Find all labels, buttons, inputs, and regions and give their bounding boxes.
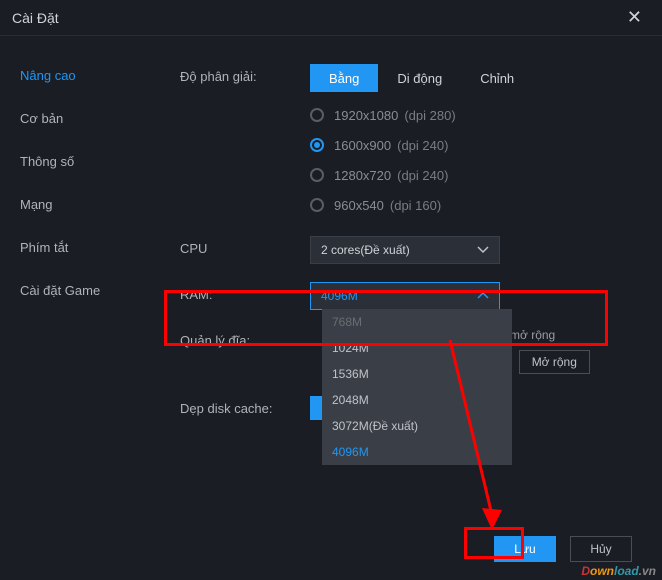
cpu-value: 2 cores(Đề xuất) xyxy=(321,243,410,257)
sidebar-item-game[interactable]: Cài đặt Game xyxy=(0,269,148,312)
save-button[interactable]: Lưu xyxy=(494,536,556,562)
close-icon[interactable]: ✕ xyxy=(619,3,650,32)
sidebar-item-network[interactable]: Mạng xyxy=(0,183,148,226)
res-option-0[interactable]: 1920x1080(dpi 280) xyxy=(310,102,644,128)
ram-dropdown[interactable]: 4096M xyxy=(310,282,500,310)
sidebar-item-basic[interactable]: Cơ bản xyxy=(0,97,148,140)
ram-option[interactable]: 1536M xyxy=(322,361,512,387)
window-title: Cài Đặt xyxy=(12,10,59,26)
ram-option[interactable]: 4096M xyxy=(322,439,512,465)
tab-custom[interactable]: Chỉnh xyxy=(461,64,533,92)
titlebar: Cài Đặt ✕ xyxy=(0,0,662,36)
watermark: Download.vn xyxy=(581,564,656,578)
ram-option[interactable]: 768M xyxy=(322,309,512,335)
radio-icon xyxy=(310,138,324,152)
res-option-2[interactable]: 1280x720(dpi 240) xyxy=(310,162,644,188)
footer: Lưu Hủy xyxy=(494,536,632,562)
cancel-button[interactable]: Hủy xyxy=(570,536,632,562)
res-option-1[interactable]: 1600x900(dpi 240) xyxy=(310,132,644,158)
resolution-row: Độ phân giải: Bằng Di động Chỉnh 1920x10… xyxy=(180,64,644,218)
ram-dropdown-menu: 768M 1024M 1536M 2048M 3072M(Đề xuất) 40… xyxy=(322,309,512,465)
disk-expand-text: mở rộng xyxy=(510,328,555,342)
cpu-label: CPU xyxy=(180,236,310,256)
cpu-row: CPU 2 cores(Đề xuất) xyxy=(180,236,644,264)
chevron-up-icon xyxy=(477,292,489,300)
sidebar-item-advanced[interactable]: Nâng cao xyxy=(0,54,148,97)
main-layout: Nâng cao Cơ bản Thông số Mạng Phím tắt C… xyxy=(0,36,662,580)
res-option-3[interactable]: 960x540(dpi 160) xyxy=(310,192,644,218)
expand-button[interactable]: Mở rộng xyxy=(519,350,590,374)
ram-option[interactable]: 3072M(Đề xuất) xyxy=(322,413,512,439)
ram-row: RAM: 4096M xyxy=(180,282,644,310)
chevron-down-icon xyxy=(477,246,489,254)
sidebar-item-params[interactable]: Thông số xyxy=(0,140,148,183)
content: Độ phân giải: Bằng Di động Chỉnh 1920x10… xyxy=(148,36,662,580)
ram-option[interactable]: 1024M xyxy=(322,335,512,361)
sidebar-item-shortcuts[interactable]: Phím tắt xyxy=(0,226,148,269)
tab-mobile[interactable]: Di động xyxy=(378,64,461,92)
radio-icon xyxy=(310,168,324,182)
sidebar: Nâng cao Cơ bản Thông số Mạng Phím tắt C… xyxy=(0,36,148,580)
resolution-label: Độ phân giải: xyxy=(180,64,310,84)
radio-icon xyxy=(310,198,324,212)
tab-equal[interactable]: Bằng xyxy=(310,64,378,92)
ram-option[interactable]: 2048M xyxy=(322,387,512,413)
resolution-tabs: Bằng Di động Chỉnh xyxy=(310,64,644,92)
ram-label: RAM: xyxy=(180,282,310,302)
radio-icon xyxy=(310,108,324,122)
cache-label: Dẹp disk cache: xyxy=(180,396,310,416)
disk-label: Quản lý đĩa: xyxy=(180,328,310,348)
ram-value: 4096M xyxy=(321,289,358,303)
cpu-dropdown[interactable]: 2 cores(Đề xuất) xyxy=(310,236,500,264)
